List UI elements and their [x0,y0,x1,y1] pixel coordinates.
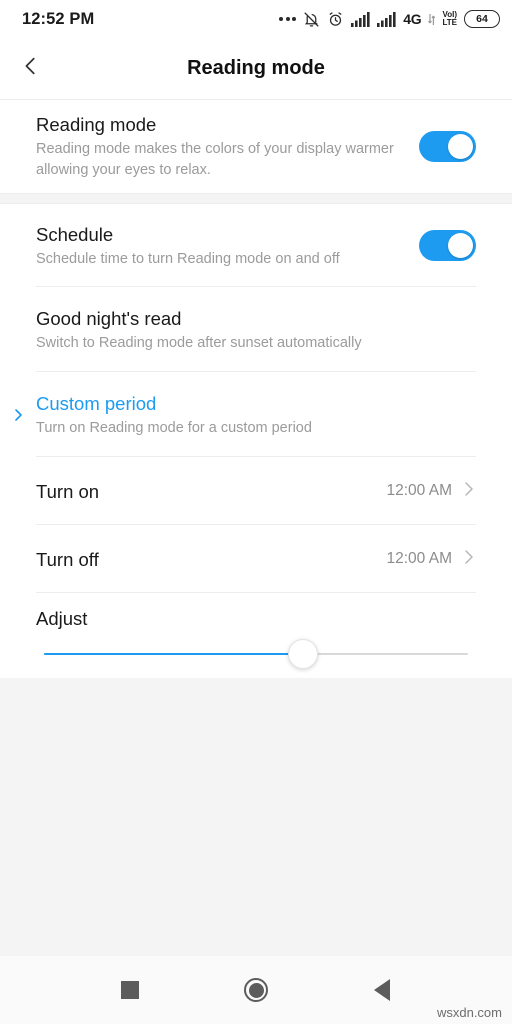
volte-line-2: LTE [442,18,457,27]
row-title: Custom period [36,392,157,414]
row-subtitle: Reading mode makes the colors of your di… [36,141,394,178]
row-reading-mode[interactable]: Reading mode Reading mode makes the colo… [0,100,512,193]
square-recents-icon [121,981,139,999]
row-texts: Schedule Schedule time to turn Reading m… [36,222,419,270]
circle-home-icon [244,978,268,1002]
empty-area [0,678,512,956]
row-title: Schedule [36,223,114,245]
phone-screen: 12:52 PM 4G VoI) LTE 64 Reading mode Rea… [0,0,512,1024]
status-clock: 12:52 PM [22,9,95,28]
watermark: wsxdn.com [436,1005,502,1020]
row-subtitle: Turn on Reading mode for a custom period [36,419,312,436]
signal-bars-icon [351,11,370,27]
status-bar: 12:52 PM 4G VoI) LTE 64 [0,0,512,38]
home-button[interactable] [232,966,280,1014]
row-custom-period[interactable]: Custom period Turn on Reading mode for a… [0,372,512,457]
schedule-section: Schedule Schedule time to turn Reading m… [0,204,512,678]
toggle-knob [448,233,473,258]
adjust-slider[interactable] [44,630,468,678]
row-good-nights-read[interactable]: Good night's read Switch to Reading mode… [0,287,512,372]
section-gap [0,193,512,204]
reading-mode-toggle[interactable] [419,131,476,162]
alarm-clock-icon [327,11,344,28]
network-type-label: 4G [403,11,422,27]
notifications-muted-icon [303,11,320,28]
row-title: Good night's read [36,307,182,329]
volte-icon: VoI) LTE [442,10,457,28]
row-turn-on[interactable]: Turn on 12:00 AM [0,457,512,525]
slider-thumb[interactable] [287,639,318,669]
row-subtitle: Schedule time to turn Reading mode on an… [36,250,340,267]
more-dots-icon [279,17,297,21]
chevron-right-icon [462,479,476,504]
turn-on-value: 12:00 AM [386,482,453,499]
triangle-back-icon [374,979,390,1001]
row-title: Turn off [36,548,99,570]
title-bar: Reading mode [0,38,512,100]
reading-mode-section: Reading mode Reading mode makes the colo… [0,100,512,193]
row-title: Turn on [36,480,100,502]
row-schedule[interactable]: Schedule Schedule time to turn Reading m… [0,204,512,287]
chevron-left-icon [20,55,42,82]
adjust-section: Adjust [0,593,512,678]
recents-button[interactable] [106,966,154,1014]
adjust-label: Adjust [36,608,88,629]
turn-off-value: 12:00 AM [386,550,453,567]
chevron-right-icon [462,547,476,572]
page-title: Reading mode [187,57,325,79]
toggle-knob [448,134,473,159]
status-icons: 4G VoI) LTE 64 [279,10,500,28]
row-texts: Turn on [36,479,387,504]
battery-level-label: 64 [476,13,488,25]
navigation-bar: wsxdn.com [0,956,512,1024]
row-subtitle: Switch to Reading mode after sunset auto… [36,334,362,351]
row-texts: Turn off [36,547,387,572]
signal-bars-icon [377,11,396,27]
slider-fill [44,652,303,656]
row-texts: Custom period Turn on Reading mode for a… [36,391,476,439]
row-turn-off[interactable]: Turn off 12:00 AM [0,525,512,593]
chevron-right-icon [12,405,25,425]
battery-icon: 64 [464,10,500,28]
row-title: Reading mode [36,114,157,135]
back-button[interactable] [0,38,62,100]
schedule-toggle[interactable] [419,230,476,261]
back-nav-button[interactable] [358,966,406,1014]
row-texts: Good night's read Switch to Reading mode… [36,306,476,354]
row-texts: Reading mode Reading mode makes the colo… [36,112,419,181]
data-arrows-icon [428,13,436,26]
